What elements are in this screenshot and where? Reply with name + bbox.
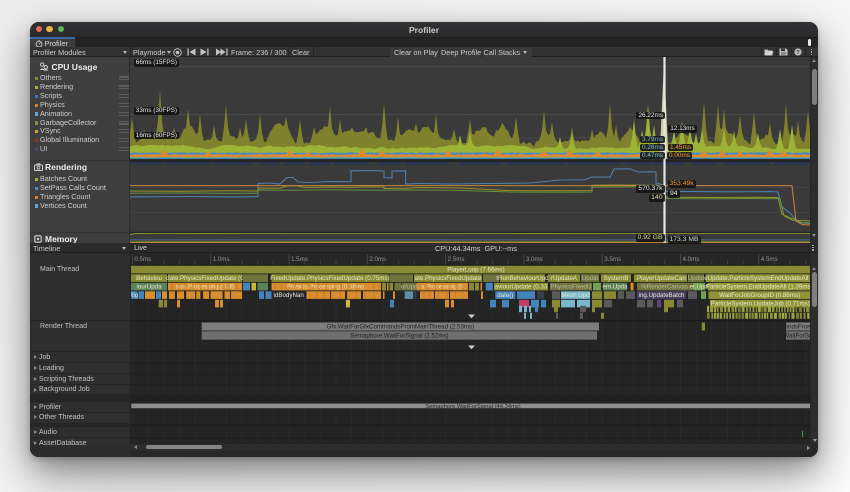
- svg-text:Updat: Updat: [582, 275, 599, 282]
- svg-text:date.PhysicsFixedUpdate (0: date.PhysicsFixedUpdate (0: [166, 275, 244, 282]
- svg-text:andsFrom: andsFrom: [785, 324, 811, 331]
- svg-text:Mesh.Upd: Mesh.Upd: [561, 292, 590, 299]
- svg-text:urUpd: urUpd: [401, 284, 418, 291]
- svg-text:idBodyNan: idBodyNan: [274, 292, 305, 299]
- svg-text:PhysicsFixedU: PhysicsFixedU: [551, 284, 592, 291]
- svg-text:tRunBehaviourUpd: tRunBehaviourUpd: [496, 275, 549, 282]
- svg-text:WaitForSig: WaitForSig: [783, 333, 811, 340]
- svg-text:0.5ms: 0.5ms: [134, 256, 151, 263]
- svg-text:Gfx.WaitForGfxCommandsFromMain: Gfx.WaitForGfxCommandsFromMainThread (2.…: [327, 324, 475, 331]
- svg-text:Semaphore.WaitForSignal (44.34: Semaphore.WaitForSignal (44.34ms): [425, 404, 521, 410]
- svg-text:.PlayerUpdateCan: .PlayerUpdateCan: [635, 275, 686, 282]
- svg-text:3.0ms: 3.0ms: [526, 256, 543, 263]
- svg-text:ate.PhysicsFixedUpdate: ate.PhysicsFixedUpdate: [415, 275, 482, 282]
- svg-text:FixedUpdate.PhysicsFixedUpdate: FixedUpdate.PhysicsFixedUpdate (0.75ms): [270, 275, 389, 282]
- svg-text:date(): date(): [497, 292, 513, 299]
- svg-text:WaitForJobGroupID (0.88ms): WaitForJobGroupID (0.88ms): [719, 292, 800, 299]
- svg-text:iourUpda: iourUpda: [136, 284, 162, 291]
- svg-text:1.5ms: 1.5ms: [291, 256, 308, 263]
- svg-text:ParticleSystem.EndUpdateAll (1: ParticleSystem.EndUpdateAll (1.39ms): [706, 284, 811, 291]
- svg-text:1.0ms: 1.0ms: [213, 256, 230, 263]
- svg-text:PlayerLoop (7.66ms): PlayerLoop (7.66ms): [447, 267, 504, 274]
- svg-text:ing.UpdateBatch: ing.UpdateBatch: [639, 292, 685, 299]
- svg-text:4.0ms: 4.0ms: [683, 256, 700, 263]
- svg-text:SystemB: SystemB: [604, 275, 629, 282]
- svg-text:2.5ms: 2.5ms: [448, 256, 465, 263]
- svg-text:3.5ms: 3.5ms: [604, 256, 621, 263]
- svg-text:Behaviou: Behaviou: [136, 275, 162, 282]
- svg-text:2.0ms: 2.0ms: [369, 256, 386, 263]
- svg-text:Updat: Updat: [688, 275, 705, 282]
- svg-text:rUpdateA: rUpdateA: [551, 275, 578, 282]
- svg-text:em.Upda: em.Upda: [602, 284, 628, 291]
- svg-text:eUpdate.ParticleSystemEndUpdat: eUpdate.ParticleSystemEndUpdateAll (: [704, 275, 811, 282]
- svg-text:aviourUpdate (0.33: aviourUpdate (0.33: [495, 284, 548, 291]
- svg-text:%RenderCanvas: %RenderCanvas: [641, 284, 688, 291]
- svg-text:Rigi: Rigi: [131, 292, 140, 299]
- svg-text:4.5ms: 4.5ms: [761, 256, 778, 263]
- svg-text:Semaphore.WaitForSignal (2.52m: Semaphore.WaitForSignal (2.52ms): [350, 333, 448, 340]
- svg-text:?: ?: [796, 50, 800, 56]
